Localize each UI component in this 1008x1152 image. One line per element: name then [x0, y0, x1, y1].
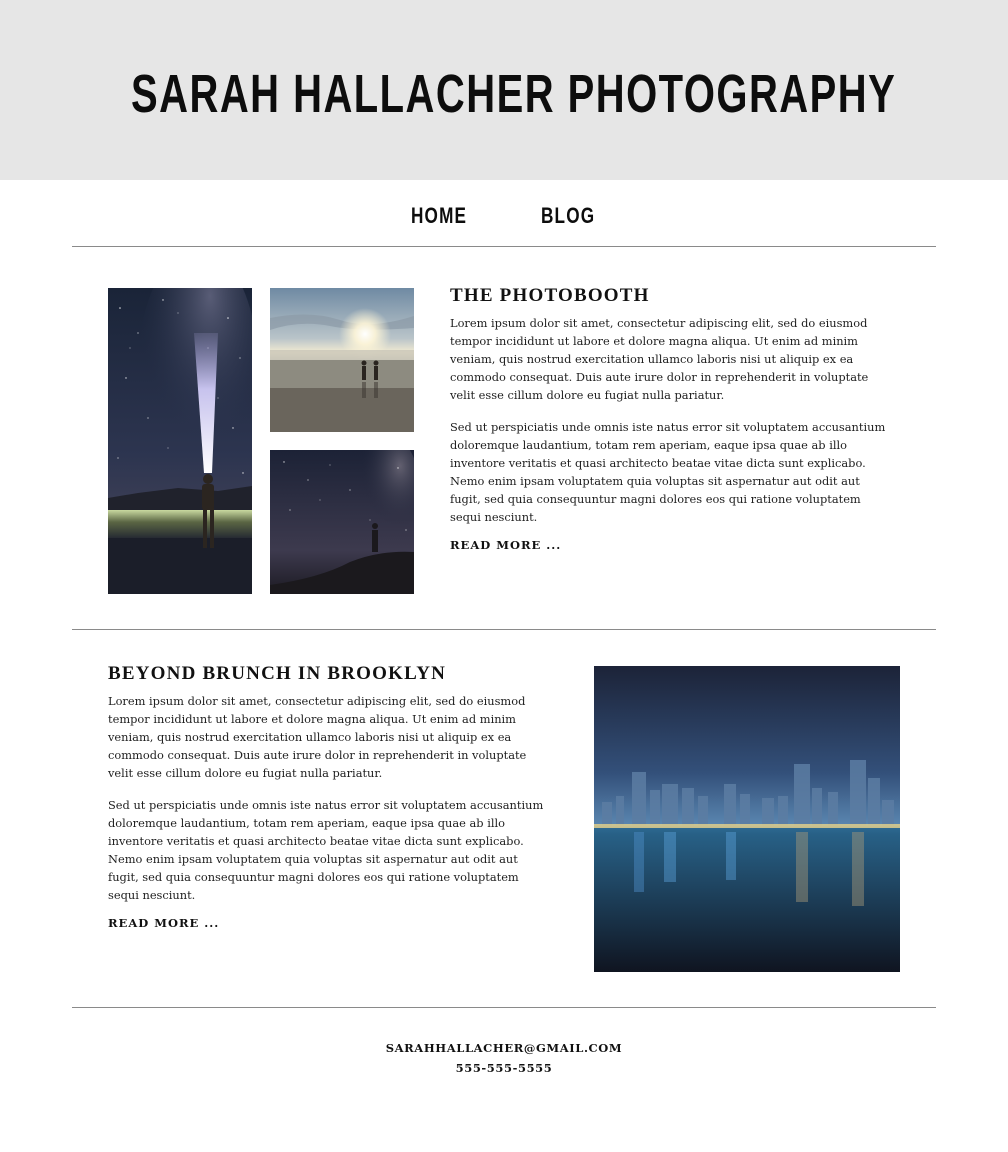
- photo-city-skyline-night-image: [594, 666, 900, 972]
- nav-home-link[interactable]: HOME: [411, 200, 467, 232]
- photo-beach-sunset[interactable]: [270, 288, 414, 432]
- post-paragraph: Lorem ipsum dolor sit amet, consectetur …: [108, 694, 527, 780]
- post-excerpt: Lorem ipsum dolor sit amet, consectetur …: [450, 314, 886, 540]
- site-header: SARAH HALLACHER PHOTOGRAPHY: [0, 0, 1008, 180]
- read-more-link[interactable]: READ MORE ...: [450, 538, 561, 552]
- photo-headlamp-milky-way[interactable]: [108, 288, 252, 594]
- divider: [72, 629, 936, 630]
- post-paragraph: Lorem ipsum dolor sit amet, consectetur …: [450, 316, 869, 402]
- divider: [72, 246, 936, 247]
- post-paragraph: Sed ut perspiciatis unde omnis iste natu…: [108, 798, 544, 902]
- post-paragraph: Sed ut perspiciatis unde omnis iste natu…: [450, 420, 886, 524]
- main-nav: HOME BLOG: [0, 200, 1008, 232]
- footer-phone[interactable]: 555-555-5555: [0, 1061, 1008, 1075]
- post-title[interactable]: BEYOND BRUNCH IN BROOKLYN: [108, 662, 446, 686]
- footer-email[interactable]: SARAHHALLACHER@GMAIL.COM: [0, 1041, 1008, 1055]
- photo-beach-sunset-image: [270, 288, 414, 432]
- photo-night-sky-silhouette-image: [270, 450, 414, 594]
- site-title: SARAH HALLACHER PHOTOGRAPHY: [131, 64, 897, 124]
- nav-blog-link[interactable]: BLOG: [541, 200, 595, 232]
- read-more-link[interactable]: READ MORE ...: [108, 916, 219, 930]
- post-title[interactable]: THE PHOTOBOOTH: [450, 284, 650, 308]
- divider: [72, 1007, 936, 1008]
- photo-night-sky-silhouette[interactable]: [270, 450, 414, 594]
- post-excerpt: Lorem ipsum dolor sit amet, consectetur …: [108, 692, 544, 918]
- photo-headlamp-milky-way-image: [108, 288, 252, 594]
- photo-city-skyline-night[interactable]: [594, 666, 900, 972]
